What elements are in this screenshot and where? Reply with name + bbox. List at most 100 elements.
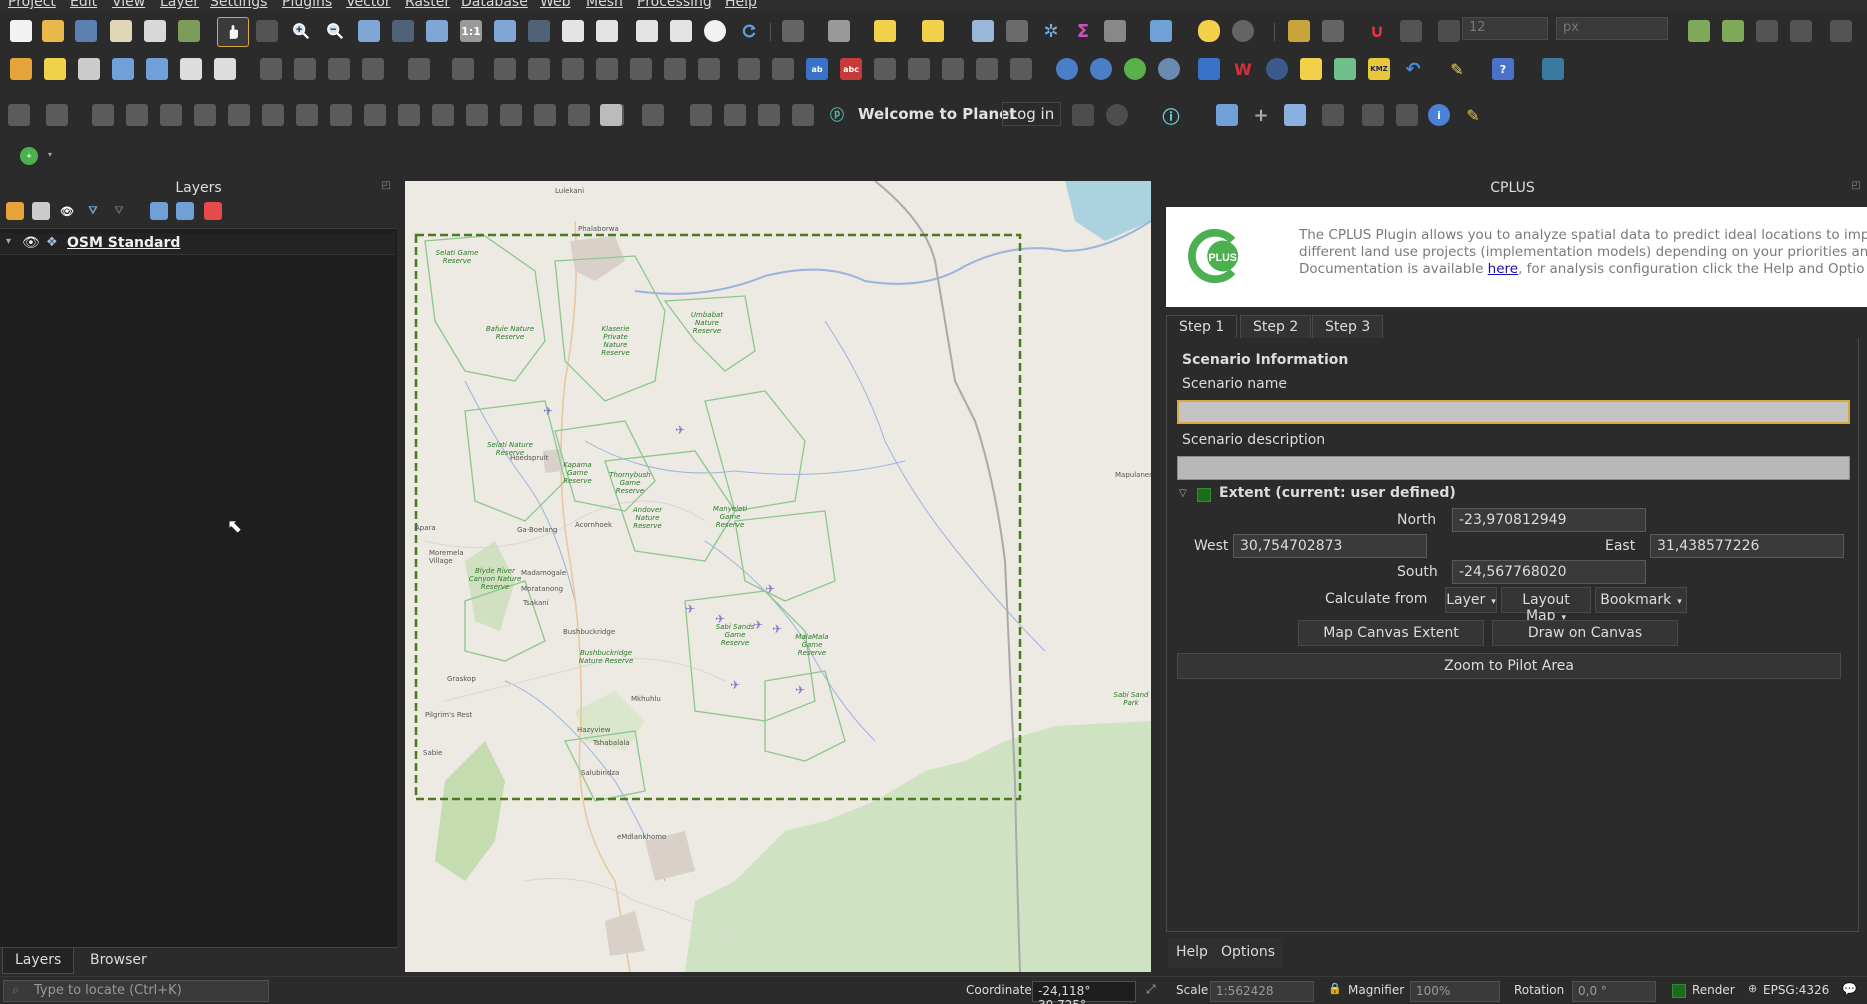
planet-icon[interactable]: ⓟ <box>826 104 848 126</box>
zoom-in-icon[interactable] <box>290 20 312 42</box>
zoom-to-selection-icon[interactable] <box>392 20 414 42</box>
plugin-w-icon[interactable]: W <box>1232 58 1254 80</box>
menu-vector[interactable]: Vector <box>346 0 391 10</box>
cplus-toolbar-icon[interactable]: + <box>20 147 38 165</box>
merge-features-icon[interactable] <box>534 104 556 126</box>
locator-search-icon[interactable] <box>690 104 712 126</box>
trace-geometry-icon[interactable] <box>1396 104 1418 126</box>
digitize-icon[interactable] <box>1288 20 1310 42</box>
tab-step-2[interactable]: Step 2 <box>1240 315 1312 339</box>
menu-settings[interactable]: Settings <box>210 0 267 10</box>
toggle-extents-icon[interactable]: ⤢ <box>1146 982 1156 997</box>
snap-vertex-icon[interactable] <box>1400 20 1422 42</box>
menu-processing[interactable]: Processing <box>637 0 712 10</box>
calc-from-bookmark-button[interactable]: Bookmark ▾ <box>1595 587 1687 613</box>
extent-heading[interactable]: Extent (current: user defined) <box>1219 485 1456 501</box>
new-spatialite-icon[interactable] <box>112 58 134 80</box>
snapping-icon[interactable] <box>1322 20 1344 42</box>
new-3d-map-view-icon[interactable] <box>596 20 618 42</box>
show-hide-labels-icon[interactable] <box>1010 58 1032 80</box>
measure-icon[interactable] <box>1006 20 1028 42</box>
plugin-person-icon[interactable] <box>758 104 780 126</box>
snap-tolerance-input[interactable]: 12 <box>1462 17 1548 40</box>
offset-curve-icon[interactable] <box>364 104 386 126</box>
plugin-undo-icon[interactable]: ↶ <box>1402 58 1424 80</box>
pan-to-selection-icon[interactable] <box>256 20 278 42</box>
collapse-all-icon[interactable] <box>176 202 194 220</box>
add-wfs-layer-icon[interactable] <box>1090 58 1112 80</box>
tab-layers[interactable]: Layers <box>2 948 75 974</box>
manage-map-themes-icon[interactable]: 👁 <box>58 202 76 220</box>
select-features-icon[interactable] <box>874 20 896 42</box>
close-panel-icon[interactable]: ◰ <box>1852 180 1861 191</box>
menu-web[interactable]: Web <box>540 0 571 10</box>
shape-digitize-icon[interactable] <box>642 104 664 126</box>
calc-from-layer-button[interactable]: Layer ▾ <box>1445 587 1497 613</box>
delete-part-icon[interactable] <box>296 104 318 126</box>
new-mesh-layer-icon[interactable] <box>214 58 236 80</box>
plugin-yellow-icon[interactable] <box>1300 58 1322 80</box>
current-edits-icon[interactable] <box>260 58 282 80</box>
copy-features-icon[interactable] <box>596 58 618 80</box>
quickmapservices-icon[interactable] <box>1158 58 1180 80</box>
map-settings-icon[interactable] <box>1232 20 1254 42</box>
planet-settings-icon[interactable] <box>1106 104 1128 126</box>
add-group-icon[interactable] <box>32 202 50 220</box>
messages-icon[interactable]: 💬 <box>1842 982 1857 996</box>
menu-help[interactable]: Help <box>725 0 757 10</box>
south-input[interactable]: -24,567768020 <box>1452 560 1646 584</box>
advanced-digitizing-panel-icon[interactable] <box>8 104 30 126</box>
zoom-out-icon[interactable] <box>324 20 346 42</box>
zoom-full-icon[interactable] <box>358 20 380 42</box>
trim-extend-icon[interactable] <box>432 104 454 126</box>
delete-selected-icon[interactable] <box>528 58 550 80</box>
show-bookmarks-icon[interactable] <box>670 20 692 42</box>
zoom-selection-plugin-icon[interactable] <box>1284 104 1306 126</box>
plugin-pencil-icon[interactable]: ✎ <box>1446 58 1468 80</box>
close-panel-icon[interactable]: ◰ <box>382 180 391 191</box>
plugin-table-icon[interactable] <box>724 104 746 126</box>
east-input[interactable]: 31,438577226 <box>1650 534 1844 558</box>
help-contents-icon[interactable]: ? <box>1492 58 1514 80</box>
label-abc-red-icon[interactable]: abc <box>840 58 862 80</box>
move-feature-icon[interactable] <box>46 104 68 126</box>
planet-orders-icon[interactable] <box>1072 104 1094 126</box>
style-manager-icon[interactable] <box>178 20 200 42</box>
expand-arrow-icon[interactable]: ▾ <box>6 236 11 247</box>
annotation-icon[interactable] <box>1198 20 1220 42</box>
collapse-arrow-icon[interactable]: ▽ <box>1179 488 1187 499</box>
scale-select[interactable]: 1:562428 <box>1210 981 1314 1002</box>
tab-step-3[interactable]: Step 3 <box>1312 315 1384 339</box>
filter-legend-icon[interactable]: ⛛ <box>84 202 102 220</box>
sum-statistics-icon[interactable]: Σ <box>1072 20 1094 42</box>
merge-attributes-icon[interactable] <box>568 104 590 126</box>
menu-layer[interactable]: Layer <box>160 0 199 10</box>
cplus-toolbar-dropdown[interactable]: ▾ <box>48 150 52 159</box>
snap-intersection-icon[interactable] <box>1756 20 1778 42</box>
new-print-layout-icon[interactable] <box>110 20 132 42</box>
open-layer-styling-icon[interactable] <box>6 202 24 220</box>
fill-ring-icon[interactable] <box>228 104 250 126</box>
undo-icon[interactable] <box>664 58 686 80</box>
vertex-editor-icon[interactable] <box>1322 104 1344 126</box>
crs-globe-icon[interactable]: ⊕ <box>1748 982 1757 995</box>
redo-icon[interactable] <box>698 58 720 80</box>
menu-mesh[interactable]: Mesh <box>586 0 623 10</box>
delete-ring-icon[interactable] <box>262 104 284 126</box>
save-edits-icon[interactable] <box>328 58 350 80</box>
pan-map-icon[interactable] <box>217 17 249 47</box>
add-wms-layer-icon[interactable] <box>1056 58 1078 80</box>
move-label-icon[interactable] <box>908 58 930 80</box>
new-shapefile-icon[interactable] <box>78 58 100 80</box>
toggle-editing-icon[interactable] <box>294 58 316 80</box>
plugin-layers-icon[interactable] <box>1334 58 1356 80</box>
documentation-link[interactable]: here <box>1488 261 1518 277</box>
layer-name[interactable]: OSM Standard <box>67 235 180 251</box>
tab-browser[interactable]: Browser <box>78 948 159 974</box>
snapping-magnet-icon[interactable]: ∪ <box>1366 20 1388 42</box>
new-spatial-bookmark-icon[interactable] <box>636 20 658 42</box>
lock-scale-icon[interactable]: 🔒 <box>1328 982 1342 995</box>
coordinate-input[interactable]: -24,118° 30,725° <box>1032 981 1136 1004</box>
paste-features-icon[interactable] <box>630 58 652 80</box>
menu-view[interactable]: View <box>112 0 145 10</box>
